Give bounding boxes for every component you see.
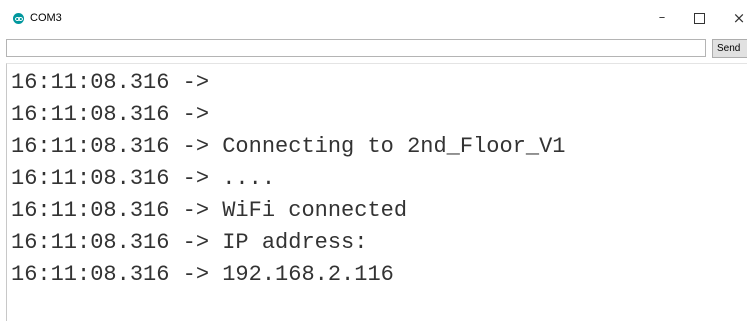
serial-monitor-window: COM3 – × Send 16:11:08.316 -> 16:11:08.3… xyxy=(0,0,747,321)
output-line: 16:11:08.316 -> IP address: xyxy=(11,230,381,255)
close-button[interactable]: × xyxy=(724,6,747,30)
window-title: COM3 xyxy=(30,12,62,24)
title-bar[interactable]: COM3 – × xyxy=(0,0,747,37)
output-line: 16:11:08.316 -> .... xyxy=(11,166,276,191)
maximize-icon xyxy=(694,13,705,24)
output-line: 16:11:08.316 -> 192.168.2.116 xyxy=(11,262,394,287)
maximize-button[interactable] xyxy=(684,6,714,30)
arduino-icon xyxy=(13,13,24,24)
serial-input-field[interactable] xyxy=(6,39,706,57)
minimize-button[interactable]: – xyxy=(647,6,677,30)
output-line: 16:11:08.316 -> xyxy=(11,102,223,127)
output-line: 16:11:08.316 -> Connecting to 2nd_Floor_… xyxy=(11,134,566,159)
output-line: 16:11:08.316 -> xyxy=(11,70,223,95)
serial-output-area[interactable]: 16:11:08.316 -> 16:11:08.316 -> 16:11:08… xyxy=(6,63,747,321)
output-line: 16:11:08.316 -> WiFi connected xyxy=(11,198,408,223)
send-button[interactable]: Send xyxy=(712,39,747,58)
